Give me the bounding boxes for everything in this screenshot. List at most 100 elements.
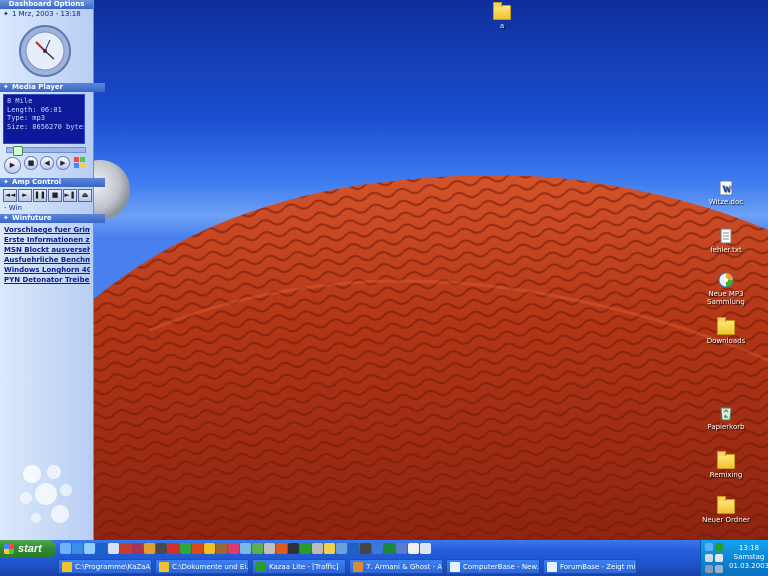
quick-launch-icon[interactable] bbox=[408, 543, 419, 554]
folder-icon bbox=[717, 496, 735, 514]
news-link[interactable]: PYN Detonator Treiber V bbox=[4, 275, 90, 285]
quick-launch-icon[interactable] bbox=[204, 543, 215, 554]
media-player-icon bbox=[353, 562, 363, 572]
quick-launch-icon[interactable] bbox=[228, 543, 239, 554]
amp-eject-button[interactable]: ⏏ bbox=[78, 189, 92, 202]
collapse-arrow-icon[interactable]: ✦ bbox=[3, 178, 9, 187]
taskbar-button-dokumente-folder[interactable]: C:\Dokumente und Ei... bbox=[155, 559, 249, 574]
quick-launch-icon[interactable] bbox=[60, 543, 71, 554]
tray-app-icon[interactable] bbox=[705, 565, 713, 573]
news-link[interactable]: Windows Longhorn 400 bbox=[4, 265, 90, 275]
quick-launch-icon[interactable] bbox=[120, 543, 131, 554]
quick-launch-icon[interactable] bbox=[264, 543, 275, 554]
quick-launch-icon[interactable] bbox=[132, 543, 143, 554]
amp-next-button[interactable]: ►❚ bbox=[63, 189, 77, 202]
amp-control-buttons: ◄◄ ► ❚❚ ■ ►❚ ⏏ bbox=[3, 189, 92, 202]
news-link[interactable]: Vorschlaege fuer Grimm bbox=[4, 225, 90, 235]
track-length: Length: 06:01 bbox=[7, 105, 62, 114]
quick-launch-icon[interactable] bbox=[192, 543, 203, 554]
quick-launch-icon[interactable] bbox=[216, 543, 227, 554]
browser-window-icon bbox=[450, 562, 460, 572]
network-icon[interactable] bbox=[705, 543, 713, 551]
desktop-icon-folder-a[interactable]: a bbox=[472, 2, 532, 30]
desktop-icon-neuer-ordner[interactable]: Neuer Ordner bbox=[696, 496, 756, 524]
svg-text:W: W bbox=[722, 184, 731, 194]
clock-date: 01.03.2003 bbox=[729, 562, 768, 570]
dashboard-sidebar: Dashboard Options ✦ 1 Mrz, 2003 - 13:18 … bbox=[0, 0, 105, 540]
taskbar-button-kazaa-lite[interactable]: Kazaa Lite - [Traffic] bbox=[252, 559, 346, 574]
quick-launch-icon[interactable] bbox=[156, 543, 167, 554]
tray-app-icon[interactable] bbox=[715, 554, 723, 562]
winfuture-header[interactable]: ✦ Winfuture bbox=[0, 214, 105, 223]
quick-launch-icon[interactable] bbox=[144, 543, 155, 554]
kazaa-tray-icon[interactable] bbox=[715, 543, 723, 551]
quick-launch-icon[interactable] bbox=[384, 543, 395, 554]
amp-pause-button[interactable]: ❚❚ bbox=[33, 189, 47, 202]
quick-launch-icon[interactable] bbox=[360, 543, 371, 554]
win-label: - Win bbox=[4, 204, 22, 212]
quick-launch-icon[interactable] bbox=[348, 543, 359, 554]
stop-button[interactable]: ■ bbox=[24, 156, 38, 170]
media-player-display: 8 Mile Length: 06:01 Type: mp3 Size: 865… bbox=[3, 94, 85, 144]
collapse-arrow-icon[interactable]: ✦ bbox=[3, 214, 9, 223]
windows-flag-icon bbox=[74, 157, 85, 168]
desktop-icon-witze-doc[interactable]: W Witze.doc bbox=[696, 180, 756, 206]
system-tray: 13:18 Samstag 01.03.2003 bbox=[700, 540, 768, 576]
seek-knob[interactable] bbox=[12, 146, 23, 156]
desktop-icon-neue-mp3-sammlung[interactable]: Neue MP3 Sammlung bbox=[692, 272, 760, 306]
quick-launch-bar bbox=[60, 543, 431, 554]
next-button[interactable]: ▶ bbox=[56, 156, 70, 170]
quick-launch-icon[interactable] bbox=[84, 543, 95, 554]
previous-button[interactable]: ◀ bbox=[40, 156, 54, 170]
news-link[interactable]: MSN Blockt ausversehen bbox=[4, 245, 90, 255]
amp-control-header[interactable]: ✦ Amp Control bbox=[0, 178, 105, 187]
quick-launch-icon[interactable] bbox=[72, 543, 83, 554]
taskbar-button-computerbase[interactable]: ComputerBase - New... bbox=[446, 559, 540, 574]
tray-app-icon[interactable] bbox=[715, 565, 723, 573]
media-player-header[interactable]: ✦ Media Player bbox=[0, 83, 105, 92]
volume-icon[interactable] bbox=[705, 554, 713, 562]
quick-launch-icon[interactable] bbox=[168, 543, 179, 554]
collapse-arrow-icon[interactable]: ✦ bbox=[3, 83, 9, 92]
taskbar-button-forumbase[interactable]: ForumBase - Zeigt mir... bbox=[543, 559, 637, 574]
news-link[interactable]: Ausfuehrliche Benchmar bbox=[4, 255, 90, 265]
word-document-icon: W bbox=[719, 180, 733, 196]
quick-launch-icon[interactable] bbox=[240, 543, 251, 554]
quick-launch-icon[interactable] bbox=[288, 543, 299, 554]
amp-stop-button[interactable]: ■ bbox=[48, 189, 62, 202]
quick-launch-icon[interactable] bbox=[96, 543, 107, 554]
tray-clock[interactable]: 13:18 Samstag 01.03.2003 bbox=[729, 544, 768, 571]
amp-play-button[interactable]: ► bbox=[18, 189, 32, 202]
quick-launch-icon[interactable] bbox=[420, 543, 431, 554]
quick-launch-icon[interactable] bbox=[108, 543, 119, 554]
quick-launch-icon[interactable] bbox=[324, 543, 335, 554]
amp-rewind-button[interactable]: ◄◄ bbox=[3, 189, 17, 202]
clock-time: 13:18 bbox=[738, 544, 760, 552]
track-type: Type: mp3 bbox=[7, 114, 45, 122]
quick-launch-icon[interactable] bbox=[180, 543, 191, 554]
quick-launch-icon[interactable] bbox=[300, 543, 311, 554]
desktop: a W Witze.doc fehler.txt Neue MP3 Sammlu… bbox=[0, 0, 768, 540]
play-button[interactable]: ▶ bbox=[4, 157, 21, 174]
date-time-row: ✦ 1 Mrz, 2003 - 13:18 bbox=[0, 9, 93, 19]
recycle-bin-icon bbox=[720, 407, 732, 421]
dashboard-options-title[interactable]: Dashboard Options bbox=[0, 0, 93, 9]
taskbar-button-kazaa2-folder[interactable]: C:\Programme\KaZaA2 bbox=[58, 559, 152, 574]
start-button[interactable]: start bbox=[0, 540, 56, 558]
seek-slider[interactable] bbox=[6, 146, 86, 156]
desktop-icon-downloads[interactable]: Downloads bbox=[696, 317, 756, 345]
quick-launch-icon[interactable] bbox=[252, 543, 263, 554]
collapse-arrow-icon[interactable]: ✦ bbox=[3, 9, 9, 19]
desktop-icon-remixing[interactable]: Remixing bbox=[696, 451, 756, 479]
quick-launch-icon[interactable] bbox=[396, 543, 407, 554]
windows-logo-icon bbox=[4, 544, 14, 554]
desktop-icon-fehler-txt[interactable]: fehler.txt bbox=[696, 228, 756, 254]
news-link[interactable]: Erste Informationen zur bbox=[4, 235, 90, 245]
quick-launch-icon[interactable] bbox=[276, 543, 287, 554]
quick-launch-icon[interactable] bbox=[336, 543, 347, 554]
winfuture-news-list: Vorschlaege fuer Grimm Erste Information… bbox=[4, 225, 90, 285]
quick-launch-icon[interactable] bbox=[372, 543, 383, 554]
taskbar-button-media-track[interactable]: 7. Armani & Ghost - A... bbox=[349, 559, 443, 574]
quick-launch-icon[interactable] bbox=[312, 543, 323, 554]
desktop-icon-papierkorb[interactable]: Papierkorb bbox=[696, 405, 756, 431]
